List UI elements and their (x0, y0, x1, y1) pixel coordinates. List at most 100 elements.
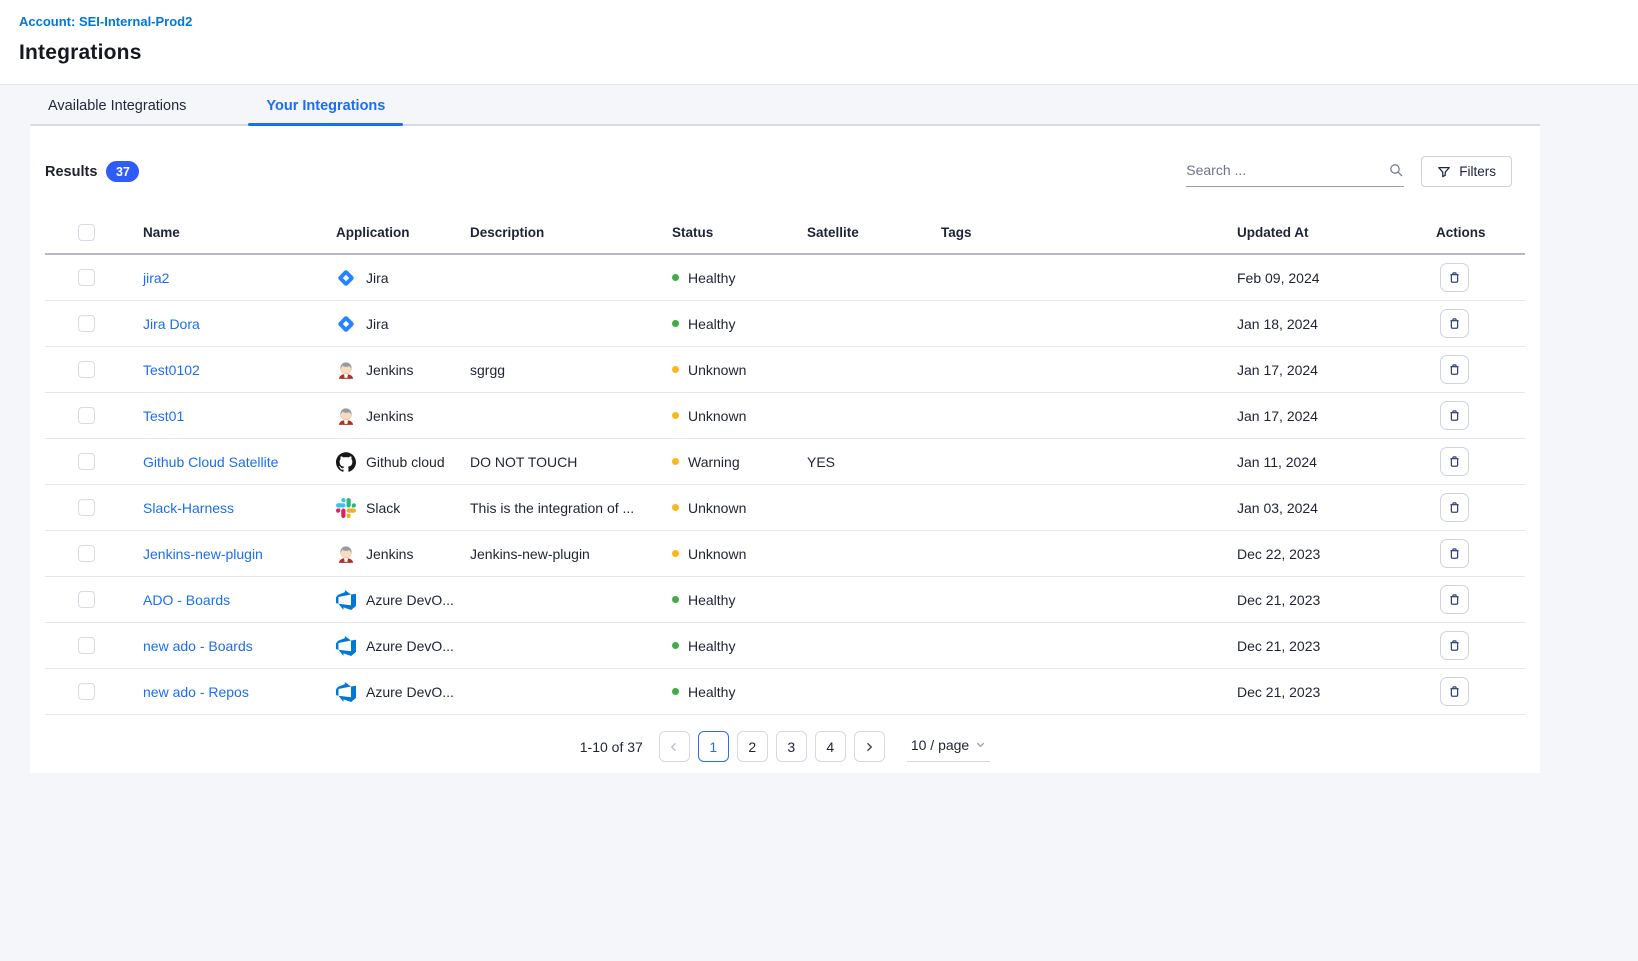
table-row: Jenkins-new-plugin Jenkins Jenkins-new-p… (45, 531, 1525, 577)
filters-label: Filters (1459, 164, 1496, 179)
page-size-select[interactable]: 10 / page (907, 732, 990, 762)
table-row: jira2 Jira Healthy Feb 09, 2024 (45, 255, 1525, 301)
delete-button[interactable] (1440, 585, 1469, 614)
column-header-satellite: Satellite (807, 225, 941, 240)
satellite-value: YES (807, 454, 941, 470)
delete-button[interactable] (1440, 539, 1469, 568)
table-row: Github Cloud Satellite Github cloud DO N… (45, 439, 1525, 485)
row-checkbox[interactable] (78, 407, 95, 424)
azure-devops-icon (336, 682, 356, 702)
description-text: This is the integration of ... (470, 500, 672, 516)
integration-name-link[interactable]: Github Cloud Satellite (143, 454, 278, 470)
delete-button[interactable] (1440, 263, 1469, 292)
row-checkbox[interactable] (78, 637, 95, 654)
delete-button[interactable] (1440, 493, 1469, 522)
trash-icon (1447, 638, 1462, 653)
row-checkbox[interactable] (78, 453, 95, 470)
delete-button[interactable] (1440, 447, 1469, 476)
integration-name-link[interactable]: Jira Dora (143, 316, 200, 332)
account-breadcrumb-link[interactable]: Account: SEI-Internal-Prod2 (19, 14, 192, 29)
search-input[interactable] (1186, 162, 1388, 178)
status-dot (672, 320, 679, 327)
status-dot (672, 504, 679, 511)
application-label: Azure DevO... (366, 592, 454, 608)
table-row: new ado - Boards Azure DevO... Healthy D… (45, 623, 1525, 669)
trash-icon (1447, 500, 1462, 515)
pagination-next-button[interactable] (854, 731, 885, 762)
pagination-prev-button[interactable] (659, 731, 690, 762)
delete-button[interactable] (1440, 631, 1469, 660)
row-checkbox[interactable] (78, 499, 95, 516)
description-text: DO NOT TOUCH (470, 454, 672, 470)
filters-button[interactable]: Filters (1421, 156, 1512, 187)
updated-at-value: Jan 17, 2024 (1237, 408, 1436, 424)
trash-icon (1447, 362, 1462, 377)
pagination-range-label: 1-10 of 37 (580, 739, 643, 755)
table-header-row: Name Application Description Status Sate… (45, 211, 1525, 255)
status-dot (672, 642, 679, 649)
trash-icon (1447, 316, 1462, 331)
page-header: Account: SEI-Internal-Prod2 Integrations (0, 0, 1638, 85)
results-counter: Results 37 (45, 161, 139, 182)
application-label: Jenkins (366, 546, 413, 562)
delete-button[interactable] (1440, 355, 1469, 384)
jira-icon (336, 268, 356, 288)
application-label: Jenkins (366, 408, 413, 424)
integration-name-link[interactable]: Slack-Harness (143, 500, 234, 516)
updated-at-value: Dec 21, 2023 (1237, 592, 1436, 608)
status-label: Healthy (688, 270, 735, 286)
pagination-page-1-button[interactable]: 1 (698, 731, 729, 762)
status-label: Unknown (688, 362, 746, 378)
row-checkbox[interactable] (78, 545, 95, 562)
row-checkbox[interactable] (78, 269, 95, 286)
trash-icon (1447, 408, 1462, 423)
pagination-page-4-button[interactable]: 4 (815, 731, 846, 762)
search-icon (1388, 162, 1404, 178)
trash-icon (1447, 546, 1462, 561)
column-header-application: Application (336, 225, 470, 240)
delete-button[interactable] (1440, 401, 1469, 430)
integration-name-link[interactable]: ADO - Boards (143, 592, 230, 608)
tab-available-integrations[interactable]: Available Integrations (30, 85, 204, 124)
updated-at-value: Dec 21, 2023 (1237, 638, 1436, 654)
status-label: Warning (688, 454, 740, 470)
row-checkbox[interactable] (78, 315, 95, 332)
select-all-checkbox[interactable] (78, 224, 95, 241)
jenkins-icon (336, 406, 356, 426)
delete-button[interactable] (1440, 309, 1469, 338)
chevron-down-icon (975, 739, 986, 750)
search-box (1186, 157, 1404, 187)
row-checkbox[interactable] (78, 683, 95, 700)
tab-your-integrations[interactable]: Your Integrations (248, 85, 403, 124)
tab-strip: Available Integrations Your Integrations (0, 85, 1638, 126)
table-row: Slack-Harness Slack This is the integrat… (45, 485, 1525, 531)
integration-name-link[interactable]: new ado - Boards (143, 638, 253, 654)
table-row: ADO - Boards Azure DevO... Healthy Dec 2… (45, 577, 1525, 623)
results-label: Results (45, 164, 97, 180)
pagination-page-3-button[interactable]: 3 (776, 731, 807, 762)
integrations-table: Name Application Description Status Sate… (45, 211, 1525, 715)
updated-at-value: Jan 03, 2024 (1237, 500, 1436, 516)
github-icon (336, 452, 356, 472)
table-row: Test01 Jenkins Unknown Jan 17, 2024 (45, 393, 1525, 439)
trash-icon (1447, 684, 1462, 699)
row-checkbox[interactable] (78, 591, 95, 608)
column-header-description: Description (470, 225, 672, 240)
status-label: Unknown (688, 500, 746, 516)
application-label: Azure DevO... (366, 684, 454, 700)
column-header-actions: Actions (1436, 225, 1525, 240)
delete-button[interactable] (1440, 677, 1469, 706)
integration-name-link[interactable]: Test01 (143, 408, 184, 424)
pagination-page-2-button[interactable]: 2 (737, 731, 768, 762)
table-row: new ado - Repos Azure DevO... Healthy De… (45, 669, 1525, 715)
updated-at-value: Jan 17, 2024 (1237, 362, 1436, 378)
integration-name-link[interactable]: Jenkins-new-plugin (143, 546, 263, 562)
jenkins-icon (336, 360, 356, 380)
status-label: Healthy (688, 638, 735, 654)
integration-name-link[interactable]: jira2 (143, 270, 169, 286)
integration-name-link[interactable]: new ado - Repos (143, 684, 249, 700)
integration-name-link[interactable]: Test0102 (143, 362, 200, 378)
application-label: Github cloud (366, 454, 445, 470)
row-checkbox[interactable] (78, 361, 95, 378)
column-header-updated-at: Updated At (1237, 225, 1436, 240)
